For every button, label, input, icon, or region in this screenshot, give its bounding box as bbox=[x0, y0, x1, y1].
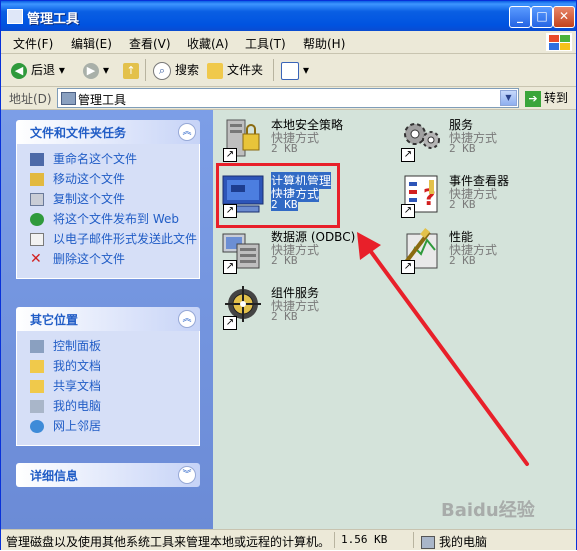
explorer-window: 管理工具 _ □ ✕ 文件(F) 编辑(E) 查看(V) 收藏(A) 工具(T)… bbox=[0, 0, 577, 550]
status-bar: 管理磁盘以及使用其他系统工具来管理本地或远程的计算机。 1.56 KB 我的电脑 bbox=[1, 529, 576, 550]
status-description: 管理磁盘以及使用其他系统工具来管理本地或远程的计算机。 bbox=[6, 535, 331, 549]
status-size: 1.56 KB bbox=[341, 533, 388, 546]
status-location: 我的电脑 bbox=[421, 533, 487, 550]
status-location-label: 我的电脑 bbox=[439, 535, 488, 549]
annotation-arrow bbox=[357, 232, 529, 466]
watermark: Baidu经验 bbox=[441, 500, 535, 521]
computer-icon bbox=[421, 536, 435, 549]
